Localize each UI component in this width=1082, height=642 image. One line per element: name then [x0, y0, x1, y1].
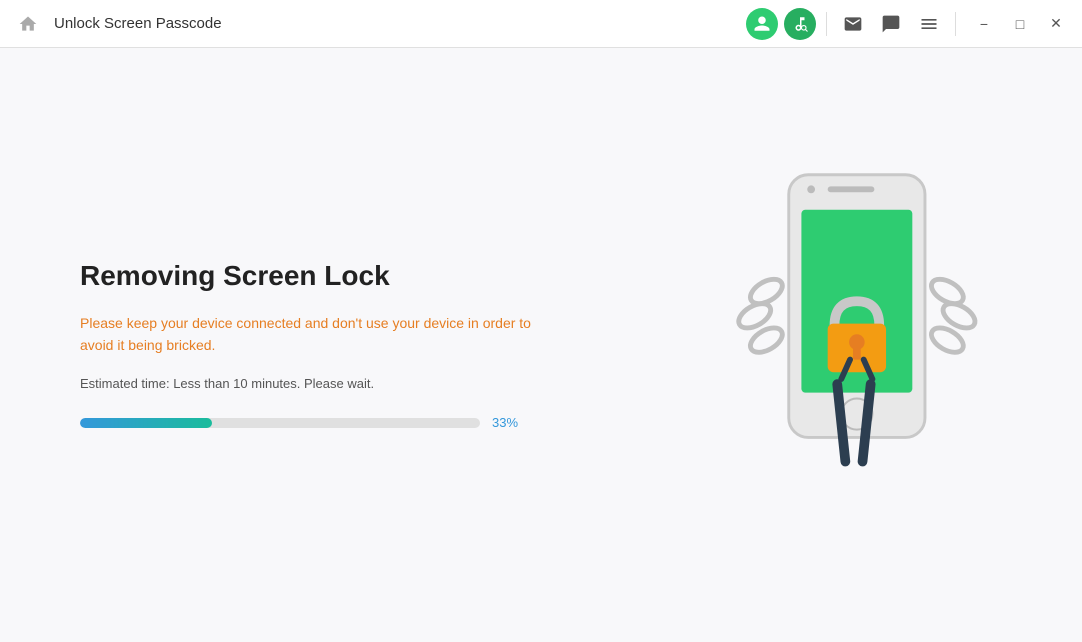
separator	[826, 12, 827, 36]
estimated-time: Estimated time: Less than 10 minutes. Pl…	[80, 376, 702, 391]
description-text: Please keep your device connected and do…	[80, 312, 560, 357]
close-button[interactable]: ✕	[1042, 10, 1070, 38]
app-title: Unlock Screen Passcode	[54, 15, 222, 32]
title-bar-right: − □ ✕	[746, 8, 1070, 40]
menu-icon[interactable]	[913, 8, 945, 40]
chain-left	[735, 274, 787, 357]
chain-right	[927, 274, 979, 357]
title-bar: Unlock Screen Passcode	[0, 0, 1082, 48]
main-content: Removing Screen Lock Please keep your de…	[0, 48, 1082, 642]
right-section	[702, 165, 1002, 525]
progress-row: 33%	[80, 415, 702, 430]
maximize-button[interactable]: □	[1006, 10, 1034, 38]
progress-bar-container	[80, 418, 480, 428]
user-icon[interactable]	[746, 8, 778, 40]
mail-icon[interactable]	[837, 8, 869, 40]
title-bar-left: Unlock Screen Passcode	[12, 8, 746, 40]
progress-percent: 33%	[492, 415, 518, 430]
chat-icon[interactable]	[875, 8, 907, 40]
left-section: Removing Screen Lock Please keep your de…	[80, 260, 702, 431]
separator2	[955, 12, 956, 36]
window-controls: − □ ✕	[970, 10, 1070, 38]
home-icon[interactable]	[12, 8, 44, 40]
minimize-button[interactable]: −	[970, 10, 998, 38]
main-heading: Removing Screen Lock	[80, 260, 702, 292]
music-search-icon[interactable]	[784, 8, 816, 40]
phone-illustration	[722, 165, 982, 525]
progress-bar-fill	[80, 418, 212, 428]
